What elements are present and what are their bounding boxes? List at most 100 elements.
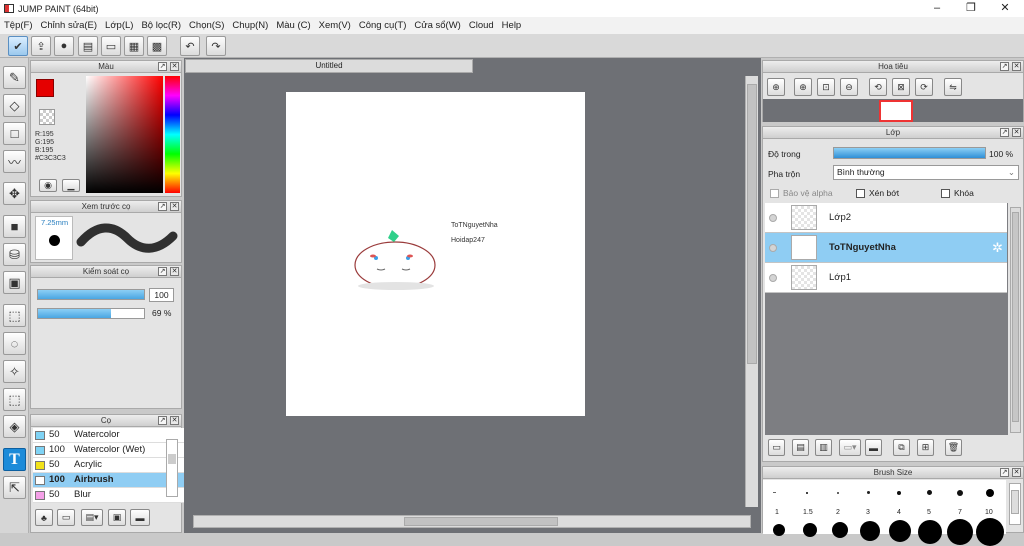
opacity-slider[interactable] — [833, 147, 986, 159]
magic-wand-icon[interactable]: ✧ — [3, 360, 26, 383]
clipping-box[interactable] — [856, 189, 865, 199]
menu-edit[interactable]: Chỉnh sửa(E) — [41, 20, 98, 31]
canvas-horizontal-scrollbar[interactable] — [193, 515, 751, 528]
canvas-vertical-scrollbar[interactable] — [745, 76, 758, 507]
undock-icon[interactable]: ↗ — [158, 416, 167, 425]
rotate-reset-icon[interactable]: ⊠ — [892, 78, 910, 96]
protect-alpha-checkbox[interactable]: Bảo vệ alpha — [770, 188, 833, 199]
menu-file[interactable]: Tệp(F) — [4, 20, 33, 31]
scroll-thumb[interactable] — [168, 454, 176, 464]
size-value[interactable]: 100 — [149, 288, 174, 302]
layer-row-selected[interactable]: ToTNguyetNha ✲ — [765, 233, 1007, 263]
undock-icon[interactable]: ↗ — [1000, 62, 1009, 71]
size-dot[interactable] — [986, 489, 994, 497]
clipping-checkbox[interactable]: Xén bớt — [856, 188, 899, 199]
canvas-paper[interactable]: ToTNguyetNha Hoidap247 — [286, 92, 585, 416]
checkmark-icon[interactable]: ✔ — [8, 36, 28, 56]
new-layer-alt-icon[interactable]: ▤ — [792, 439, 809, 456]
rectangle-select-icon[interactable]: □ — [3, 122, 26, 145]
size-dot[interactable] — [976, 518, 1004, 546]
navigator-preview[interactable] — [763, 99, 1023, 122]
menu-tools[interactable]: Công cụ(T) — [359, 20, 407, 31]
eraser-tool-icon[interactable]: ◇ — [3, 94, 26, 117]
close-panel-icon[interactable]: ✕ — [1012, 62, 1021, 71]
size-dot[interactable] — [773, 524, 785, 536]
move-tool-icon[interactable]: ✥ — [3, 182, 26, 205]
minimize-button[interactable]: – — [920, 0, 954, 17]
folder-icon[interactable]: ▬ — [130, 509, 150, 526]
size-dot[interactable] — [927, 490, 932, 495]
size-dot[interactable] — [773, 492, 776, 493]
menu-layer[interactable]: Lớp(L) — [105, 20, 133, 31]
pen-tool-icon[interactable]: ✎ — [3, 66, 26, 89]
eyedropper-icon[interactable]: ▁ — [62, 179, 80, 192]
close-panel-icon[interactable]: ✕ — [170, 202, 179, 211]
share-icon[interactable]: ⇪ — [31, 36, 51, 56]
new-halftone-layer-icon[interactable]: ▥ — [815, 439, 832, 456]
menu-window[interactable]: Cửa sổ(W) — [414, 20, 460, 31]
main-color-swatch[interactable] — [36, 79, 54, 97]
brush-settings-icon[interactable]: ▣ — [108, 509, 126, 526]
layer-settings-gear-icon[interactable]: ✲ — [992, 240, 1003, 256]
size-dot[interactable] — [918, 520, 942, 544]
delete-layer-icon[interactable]: 🗑 — [945, 439, 962, 456]
palette-icon[interactable]: ◉ — [39, 179, 57, 192]
visibility-icon[interactable] — [769, 214, 777, 222]
layer-list-scrollbar[interactable] — [1010, 207, 1021, 433]
selection-eraser-icon[interactable]: ◈ — [3, 415, 26, 438]
lock-box[interactable] — [941, 189, 950, 199]
size-dot[interactable] — [832, 522, 848, 538]
layer-row[interactable]: Lớp1 — [765, 263, 1007, 293]
grid-layout-icon[interactable]: ▩ — [147, 36, 167, 56]
close-panel-icon[interactable]: ✕ — [170, 416, 179, 425]
menu-view[interactable]: Xem(V) — [319, 20, 351, 31]
selection-rect-icon[interactable]: ⬚ — [3, 304, 26, 327]
menu-filter[interactable]: Bộ lọc(R) — [141, 20, 181, 31]
layer-scroll-thumb[interactable] — [1012, 212, 1019, 422]
undo-icon[interactable]: ↶ — [180, 36, 200, 56]
comment-icon[interactable]: ▤ — [78, 36, 98, 56]
new-layer-icon[interactable]: ▭ — [768, 439, 785, 456]
menu-capture[interactable]: Chụp(N) — [232, 20, 268, 31]
brush-stroke-icon[interactable]: 〰 — [3, 150, 26, 173]
lasso-icon[interactable]: ◌ — [3, 332, 26, 355]
close-panel-icon[interactable]: ✕ — [1012, 468, 1021, 477]
visibility-icon[interactable] — [769, 244, 777, 252]
speech-bubble-icon[interactable]: ● — [54, 36, 74, 56]
fit-screen-icon[interactable]: ⊡ — [817, 78, 835, 96]
menu-cloud[interactable]: Cloud — [469, 20, 494, 31]
navigator-viewport[interactable] — [879, 100, 913, 122]
close-button[interactable]: ✕ — [988, 0, 1022, 17]
transparent-swatch[interactable] — [39, 109, 55, 125]
lock-checkbox[interactable]: Khóa — [941, 188, 974, 199]
undock-icon[interactable]: ↗ — [1000, 128, 1009, 137]
canvas-vscroll-thumb[interactable] — [747, 84, 757, 364]
new-brush-icon[interactable]: ▭ — [57, 509, 75, 526]
menu-select[interactable]: Chọn(S) — [189, 20, 224, 31]
document-tab[interactable]: Untitled — [185, 59, 473, 73]
gradient-icon[interactable]: ▣ — [3, 271, 26, 294]
visibility-icon[interactable] — [769, 274, 777, 282]
add-brush-group-icon[interactable]: ♣ — [35, 509, 53, 526]
zoom-out-icon[interactable]: ⊖ — [840, 78, 858, 96]
hue-slider[interactable] — [165, 76, 180, 193]
size-dot[interactable] — [867, 491, 870, 494]
copy-brush-icon[interactable]: ▤▾ — [81, 509, 103, 526]
size-dot[interactable] — [860, 521, 880, 541]
size-dot[interactable] — [803, 523, 817, 537]
canvas-hscroll-thumb[interactable] — [404, 517, 558, 526]
undock-icon[interactable]: ↗ — [158, 267, 167, 276]
redo-icon[interactable]: ↷ — [206, 36, 226, 56]
close-panel-icon[interactable]: ✕ — [170, 62, 179, 71]
operation-tool-icon[interactable]: ⇱ — [3, 476, 26, 499]
panel-layout-icon[interactable]: ▦ — [124, 36, 144, 56]
size-dot[interactable] — [897, 491, 901, 495]
rotate-right-icon[interactable]: ⟳ — [915, 78, 933, 96]
rotate-left-icon[interactable]: ⟲ — [869, 78, 887, 96]
merge-layer-icon[interactable]: ⊞ — [917, 439, 934, 456]
fill-rect-icon[interactable]: ■ — [3, 215, 26, 238]
undock-icon[interactable]: ↗ — [158, 202, 167, 211]
close-panel-icon[interactable]: ✕ — [1012, 128, 1021, 137]
brush-size-scrollbar[interactable] — [1009, 483, 1021, 525]
brush-size-scroll-thumb[interactable] — [1011, 490, 1019, 514]
